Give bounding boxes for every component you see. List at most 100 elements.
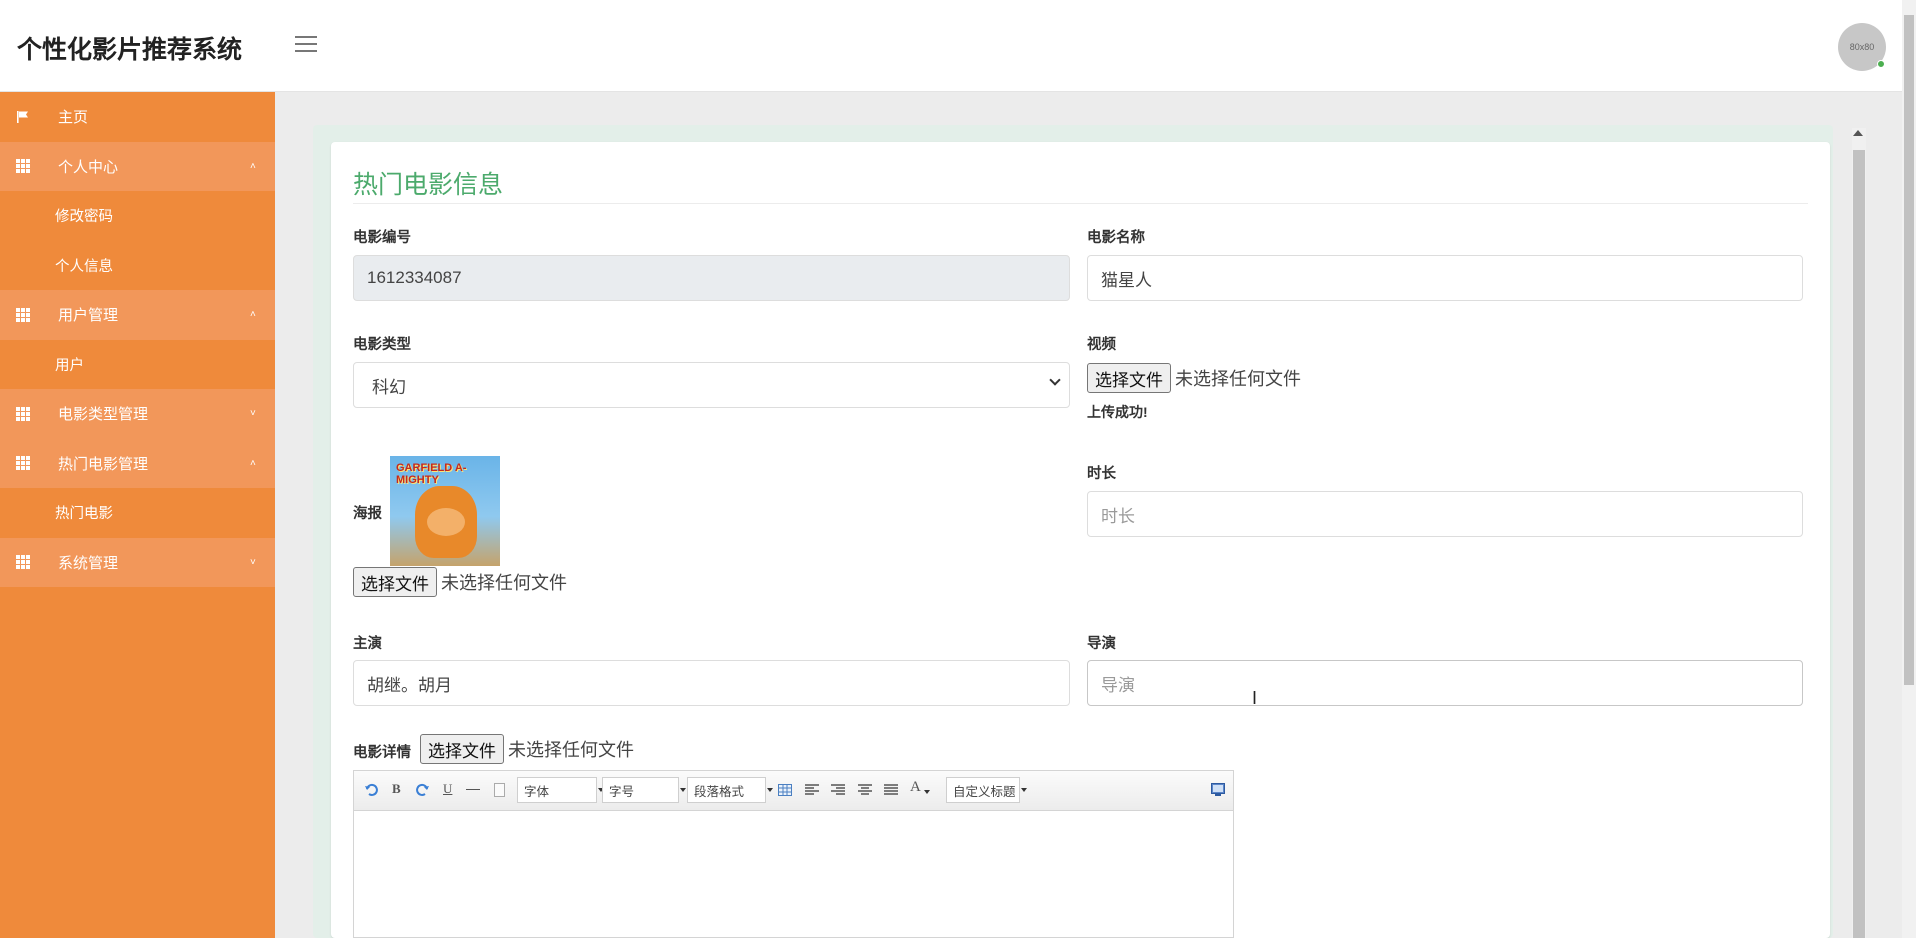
duration-label: 时长 [1087,466,1116,482]
sidebar-item-hot-movies[interactable]: 热门电影 [0,488,275,538]
page-title: 热门电影信息 [353,171,504,199]
align-left-icon[interactable] [805,784,819,796]
director-placeholder: 导演 [1101,675,1135,695]
movie-id-value: 1612334087 [367,268,462,287]
divider [353,203,1808,204]
poster-file-status: 未选择任何文件 [441,573,567,593]
font-color-icon[interactable]: A [910,779,921,796]
movie-name-input[interactable]: 猫星人 [1087,255,1803,301]
panel-scrollbar-thumb[interactable] [1853,150,1865,938]
sidebar-item-label: 热门电影管理 [58,455,149,473]
sidebar-item-hot-movie-management[interactable]: 热门电影管理 ˄ [0,438,275,488]
poster-image: GARFIELD A-MIGHTY [390,456,500,566]
video-file-input[interactable]: 选择文件 未选择任何文件 [1087,363,1301,393]
paragraph-format-label: 段落格式 [694,784,745,799]
online-status-dot [1877,60,1885,68]
director-label: 导演 [1087,636,1116,652]
font-size-label: 字号 [609,784,635,799]
poster-cat-face [427,508,465,536]
sidebar-item-user-management[interactable]: 用户管理 ˄ [0,290,275,340]
sidebar-item-personal-center[interactable]: 个人中心 ˄ [0,141,275,191]
chevron-down-icon: ˅ [250,408,256,420]
dropdown-arrow-icon[interactable] [924,790,930,794]
grid-icon [16,307,30,322]
sidebar-item-change-password[interactable]: 修改密码 [0,191,275,241]
sidebar-item-personal-info[interactable]: 个人信息 [0,241,275,291]
horizontal-rule-icon[interactable] [466,789,480,790]
sidebar-item-label: 电影类型管理 [58,406,149,424]
sidebar-item-label: 用户管理 [58,307,119,325]
rich-text-editor[interactable]: B U 字体 字号 段落格式 A 自定义标题 [353,770,1234,938]
font-family-select[interactable]: 字体 [517,777,604,803]
grid-icon [16,456,30,471]
page-icon[interactable] [494,783,505,797]
underline-icon[interactable]: U [443,781,452,797]
menu-toggle-icon[interactable] [295,36,317,54]
starring-label: 主演 [353,636,382,652]
poster-title-text: GARFIELD A-MIGHTY [396,462,467,486]
dropdown-arrow-icon [680,788,686,792]
details-file-input[interactable]: 选择文件 未选择任何文件 [420,734,634,764]
grid-icon [16,406,30,421]
editor-toolbar: B U 字体 字号 段落格式 A 自定义标题 [354,771,1233,811]
sidebar-item-system-management[interactable]: 系统管理 ˅ [0,537,275,587]
duration-placeholder: 时长 [1101,506,1135,526]
align-justify-icon[interactable] [884,784,898,796]
avatar[interactable]: 80x80 [1838,23,1886,71]
poster-choose-file-button[interactable]: 选择文件 [353,567,437,597]
chevron-down-icon [1049,374,1061,386]
window-scrollbar-thumb[interactable] [1904,15,1914,685]
director-input[interactable]: 导演 [1087,660,1803,706]
table-icon[interactable] [778,784,792,796]
starring-value: 胡继。胡月 [367,675,452,695]
poster-file-input[interactable]: 选择文件 未选择任何文件 [353,567,567,597]
app-title: 个性化影片推荐系统 [17,36,243,64]
details-choose-file-button[interactable]: 选择文件 [420,734,504,764]
align-right-icon[interactable] [831,784,845,796]
dropdown-arrow-icon [767,788,773,792]
text-cursor-icon: I [1252,688,1258,708]
redo-icon[interactable] [416,783,430,797]
sidebar-item-label: 系统管理 [58,554,119,572]
chevron-up-icon: ˄ [250,457,256,469]
scroll-up-arrow-icon[interactable] [1853,130,1863,136]
sidebar-item-label: 主页 [58,109,89,127]
movie-type-label: 电影类型 [353,337,411,353]
details-file-status: 未选择任何文件 [508,740,634,760]
video-file-status: 未选择任何文件 [1175,369,1301,389]
sidebar-item-label: 用户 [55,357,84,374]
chevron-up-icon: ˄ [250,160,256,172]
poster-label: 海报 [353,506,382,522]
top-header: 个性化影片推荐系统 80x80 [0,0,1916,92]
starring-input[interactable]: 胡继。胡月 [353,660,1070,706]
font-size-select[interactable]: 字号 [602,777,686,803]
video-label: 视频 [1087,337,1116,353]
upload-success-message: 上传成功! [1087,404,1148,420]
sidebar-item-label: 个人中心 [58,158,119,176]
bold-icon[interactable]: B [392,781,401,797]
custom-title-select[interactable]: 自定义标题 [946,777,1027,803]
video-choose-file-button[interactable]: 选择文件 [1087,363,1171,393]
movie-name-value: 猫星人 [1101,270,1152,290]
grid-icon [16,159,30,174]
movie-id-label: 电影编号 [353,230,411,246]
duration-input[interactable]: 时长 [1087,491,1803,537]
sidebar-item-label: 热门电影 [55,506,113,523]
movie-name-label: 电影名称 [1087,230,1145,246]
fullscreen-icon[interactable] [1211,783,1225,796]
undo-icon[interactable] [364,783,378,797]
movie-type-select[interactable]: 科幻 [353,362,1070,408]
paragraph-format-select[interactable]: 段落格式 [687,777,773,803]
sidebar: 主页 个人中心 ˄ 修改密码 个人信息 用户管理 ˄ 用户 电影类型管理 ˅ 热… [0,92,275,938]
sidebar-item-home[interactable]: 主页 [0,92,275,142]
chevron-down-icon: ˅ [250,556,256,568]
sidebar-item-label: 个人信息 [55,258,113,275]
sidebar-item-users[interactable]: 用户 [0,340,275,390]
details-label: 电影详情 [353,745,411,761]
sidebar-item-movie-type-management[interactable]: 电影类型管理 ˅ [0,389,275,439]
chevron-up-icon: ˄ [250,309,256,321]
font-family-label: 字体 [524,784,550,799]
custom-title-label: 自定义标题 [953,784,1016,799]
align-center-icon[interactable] [858,784,872,796]
avatar-text: 80x80 [1849,42,1875,52]
